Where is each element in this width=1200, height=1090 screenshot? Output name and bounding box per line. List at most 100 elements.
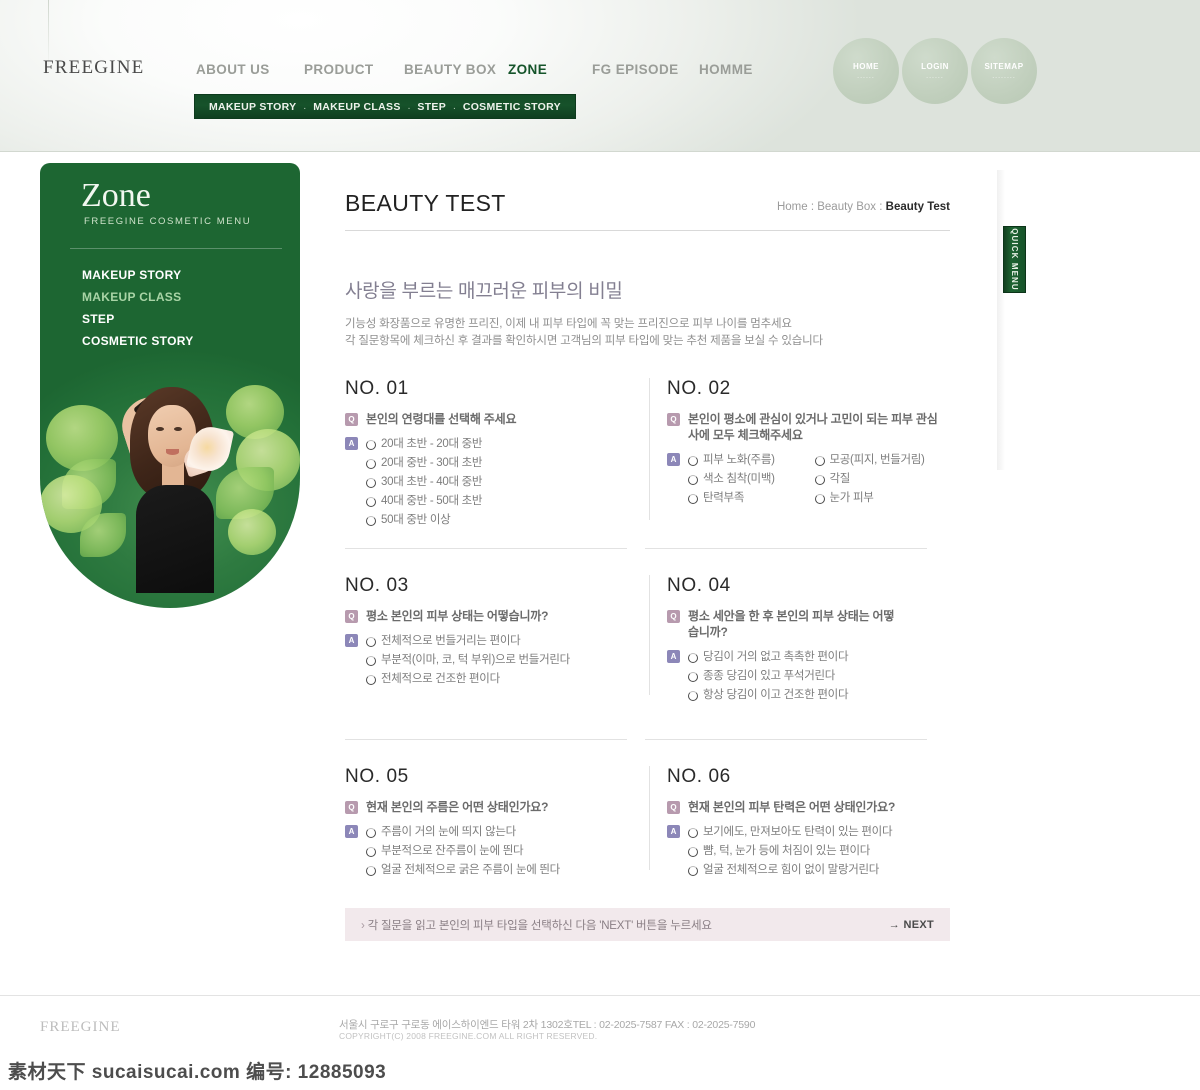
flower-icon bbox=[228, 509, 276, 555]
radio-icon[interactable] bbox=[366, 846, 376, 857]
option-label: 눈가 피부 bbox=[829, 492, 874, 504]
sitemap-circle-button[interactable]: SITEMAP ........ bbox=[971, 38, 1037, 104]
option-item[interactable]: 피부 노화(주름) bbox=[688, 451, 815, 470]
radio-icon[interactable] bbox=[688, 846, 698, 857]
question-number: NO. 05 bbox=[345, 766, 409, 787]
nav-item-zone[interactable]: ZONE bbox=[508, 62, 592, 77]
option-item[interactable]: 전체적으로 번들거리는 편이다 bbox=[366, 632, 635, 651]
option-item[interactable]: 뺨, 턱, 눈가 등에 처짐이 있는 편이다 bbox=[688, 842, 941, 861]
option-label: 20대 중반 - 30대 초반 bbox=[381, 457, 483, 469]
option-item[interactable]: 얼굴 전체적으로 힘이 없이 말랑거린다 bbox=[688, 861, 941, 880]
option-item[interactable]: 당김이 거의 없고 촉촉한 편이다 bbox=[688, 648, 941, 667]
option-label: 40대 중반 - 50대 초반 bbox=[381, 495, 483, 507]
sitemap-circle-label: SITEMAP bbox=[984, 62, 1024, 71]
nav-item-product[interactable]: PRODUCT bbox=[304, 62, 404, 77]
subnav-item-step[interactable]: STEP bbox=[417, 101, 446, 113]
column-divider bbox=[649, 575, 650, 695]
question-prompt-row: Q 현재 본인의 피부 탄력은 어떤 상태인가요? bbox=[667, 799, 941, 815]
model-photo bbox=[114, 381, 235, 593]
answer-row: A 전체적으로 번들거리는 편이다 부분적(이마, 코, 턱 부위)으로 번들거… bbox=[345, 632, 635, 689]
option-label: 색소 침착(미백) bbox=[703, 473, 775, 485]
radio-icon[interactable] bbox=[688, 493, 698, 504]
radio-icon[interactable] bbox=[814, 474, 825, 485]
quick-menu-shadow bbox=[997, 170, 1005, 470]
option-item[interactable]: 탄력부족 bbox=[688, 489, 815, 508]
subnav-item-makeup-story[interactable]: MAKEUP STORY bbox=[209, 101, 296, 113]
question-prompt-row: Q 본인이 평소에 관심이 있거나 고민이 되는 피부 관심사에 모두 체크해주… bbox=[667, 411, 941, 443]
sidebar-item-cosmetic-story[interactable]: COSMETIC STORY bbox=[82, 330, 194, 352]
radio-icon[interactable] bbox=[688, 474, 698, 485]
option-item[interactable]: 항상 당김이 이고 건조한 편이다 bbox=[688, 686, 941, 705]
radio-icon[interactable] bbox=[366, 496, 376, 507]
option-item[interactable]: 20대 중반 - 30대 초반 bbox=[366, 454, 635, 473]
radio-icon[interactable] bbox=[366, 636, 376, 647]
sidebar-decorative-art bbox=[40, 363, 300, 608]
nav-item-about-us[interactable]: ABOUT US bbox=[196, 62, 304, 77]
subnav-item-cosmetic-story[interactable]: COSMETIC STORY bbox=[463, 101, 561, 113]
option-item[interactable]: 50대 중반 이상 bbox=[366, 511, 635, 530]
option-item[interactable]: 각질 bbox=[814, 470, 942, 489]
question-text: 본인이 평소에 관심이 있거나 고민이 되는 피부 관심사에 모두 체크해주세요 bbox=[688, 412, 938, 442]
option-item[interactable]: 주름이 거의 눈에 띄지 않는다 bbox=[366, 823, 635, 842]
next-button[interactable]: → NEXT bbox=[889, 919, 934, 931]
radio-icon[interactable] bbox=[814, 455, 825, 466]
sidebar-item-makeup-story[interactable]: MAKEUP STORY bbox=[82, 264, 194, 286]
radio-icon[interactable] bbox=[366, 458, 376, 469]
radio-icon[interactable] bbox=[366, 827, 376, 838]
option-label: 각질 bbox=[829, 473, 851, 485]
nav-item-fg-episode[interactable]: FG EPISODE bbox=[592, 62, 699, 77]
option-item[interactable]: 부분적으로 잔주름이 눈에 띈다 bbox=[366, 842, 635, 861]
radio-icon[interactable] bbox=[366, 515, 376, 526]
login-circle-button[interactable]: LOGIN ...... bbox=[902, 38, 968, 104]
answer-badge-icon: A bbox=[667, 825, 680, 838]
radio-icon[interactable] bbox=[688, 671, 698, 682]
subnav-separator-icon: . bbox=[453, 101, 456, 112]
radio-icon[interactable] bbox=[366, 477, 376, 488]
column-divider bbox=[649, 378, 650, 520]
home-circle-button[interactable]: HOME ...... bbox=[833, 38, 899, 104]
radio-icon[interactable] bbox=[366, 674, 376, 685]
nav-item-beauty-box[interactable]: BEAUTY BOX bbox=[404, 62, 508, 77]
option-item[interactable]: 40대 중반 - 50대 초반 bbox=[366, 492, 635, 511]
lead-description: 기능성 화장품으로 유명한 프리진, 이제 내 피부 타입에 꼭 맞는 프리진으… bbox=[345, 316, 950, 350]
radio-icon[interactable] bbox=[688, 690, 698, 701]
option-item[interactable]: 보기에도, 만져보아도 탄력이 있는 편이다 bbox=[688, 823, 941, 842]
radio-icon[interactable] bbox=[688, 865, 698, 876]
option-label: 종종 당김이 있고 푸석거린다 bbox=[703, 670, 836, 682]
question-prompt-row: Q 평소 본인의 피부 상태는 어떻습니까? bbox=[345, 608, 635, 624]
option-item[interactable]: 눈가 피부 bbox=[814, 489, 942, 508]
nav-item-homme[interactable]: HOMME bbox=[699, 62, 779, 77]
sidebar-item-makeup-class[interactable]: MAKEUP CLASS bbox=[82, 286, 194, 308]
breadcrumb-current: Beauty Test bbox=[885, 201, 950, 213]
radio-icon[interactable] bbox=[366, 865, 376, 876]
subnav-item-makeup-class[interactable]: MAKEUP CLASS bbox=[313, 101, 400, 113]
question-block-1: NO. 01 Q 본인의 연령대를 선택해 주세요 A 20대 초반 - 20대… bbox=[345, 378, 649, 538]
breadcrumb-path[interactable]: Home : Beauty Box : bbox=[777, 201, 886, 213]
site-logo[interactable]: FREEGINE bbox=[43, 57, 144, 79]
answer-row: A 보기에도, 만져보아도 탄력이 있는 편이다 뺨, 턱, 눈가 등에 처짐이… bbox=[667, 823, 941, 880]
option-item[interactable]: 색소 침착(미백) bbox=[688, 470, 815, 489]
radio-icon[interactable] bbox=[688, 652, 698, 663]
option-label: 30대 초반 - 40대 중반 bbox=[381, 476, 483, 488]
radio-icon[interactable] bbox=[814, 493, 825, 504]
question-number: NO. 03 bbox=[345, 575, 409, 596]
question-block-6: NO. 06 Q 현재 본인의 피부 탄력은 어떤 상태인가요? A 보기에도,… bbox=[649, 766, 955, 888]
option-item[interactable]: 20대 초반 - 20대 중반 bbox=[366, 435, 635, 454]
option-item[interactable]: 종종 당김이 있고 푸석거린다 bbox=[688, 667, 941, 686]
radio-icon[interactable] bbox=[366, 655, 376, 666]
radio-icon[interactable] bbox=[366, 439, 376, 450]
sidebar-item-step[interactable]: STEP bbox=[82, 308, 194, 330]
sidebar-divider bbox=[70, 248, 282, 249]
column-divider bbox=[649, 766, 650, 870]
option-item[interactable]: 전체적으로 건조한 편이다 bbox=[366, 670, 635, 689]
question-badge-icon: Q bbox=[345, 801, 358, 814]
option-item[interactable]: 30대 초반 - 40대 중반 bbox=[366, 473, 635, 492]
radio-icon[interactable] bbox=[688, 455, 698, 466]
option-item[interactable]: 얼굴 전체적으로 굵은 주름이 눈에 띈다 bbox=[366, 861, 635, 880]
question-badge-icon: Q bbox=[345, 413, 358, 426]
option-label: 뺨, 턱, 눈가 등에 처짐이 있는 편이다 bbox=[703, 845, 871, 857]
quick-menu-tab[interactable]: QUICK MENU bbox=[1003, 226, 1026, 293]
radio-icon[interactable] bbox=[688, 827, 698, 838]
option-item[interactable]: 부분적(이마, 코, 턱 부위)으로 번들거린다 bbox=[366, 651, 635, 670]
option-item[interactable]: 모공(피지, 번들거림) bbox=[814, 451, 942, 470]
